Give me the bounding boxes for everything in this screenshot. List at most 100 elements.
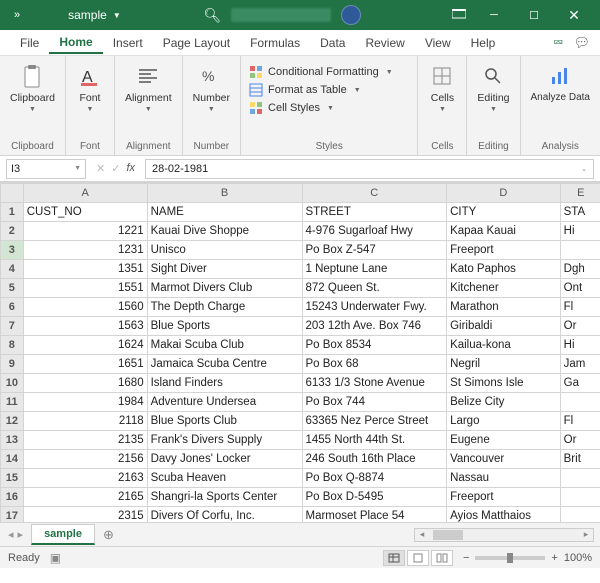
cell[interactable]: Kapaa Kauai <box>447 222 561 241</box>
cell[interactable]: Marmot Divers Club <box>147 279 302 298</box>
share-icon[interactable]: ⮹ <box>553 35 563 51</box>
cell[interactable]: 1680 <box>23 374 147 393</box>
cell[interactable]: Unisco <box>147 241 302 260</box>
row-header[interactable]: 7 <box>1 317 24 336</box>
row-header[interactable]: 4 <box>1 260 24 279</box>
quick-access-chevron-icon[interactable]: » <box>6 9 28 21</box>
view-page-break-button[interactable] <box>431 550 453 566</box>
cell[interactable]: Makai Scuba Club <box>147 336 302 355</box>
cell[interactable]: 1563 <box>23 317 147 336</box>
select-all-corner[interactable] <box>1 184 24 203</box>
cell[interactable]: Fl <box>560 298 600 317</box>
tab-formulas[interactable]: Formulas <box>240 32 310 53</box>
cell[interactable]: 246 South 16th Place <box>302 450 447 469</box>
cell[interactable]: Kailua-kona <box>447 336 561 355</box>
col-header-C[interactable]: C <box>302 184 447 203</box>
name-box[interactable]: I3 ▼ <box>6 159 86 179</box>
cell[interactable]: 2135 <box>23 431 147 450</box>
cell[interactable]: 1560 <box>23 298 147 317</box>
formula-bar[interactable]: 28-02-1981 ⌄ <box>145 159 594 179</box>
zoom-out-button[interactable]: − <box>463 552 469 564</box>
col-header-A[interactable]: A <box>23 184 147 203</box>
cell[interactable]: Jamaica Scuba Centre <box>147 355 302 374</box>
col-header-D[interactable]: D <box>447 184 561 203</box>
cell[interactable]: Adventure Undersea <box>147 393 302 412</box>
cell[interactable]: Blue Sports Club <box>147 412 302 431</box>
tab-review[interactable]: Review <box>355 32 414 53</box>
cell[interactable]: 2165 <box>23 488 147 507</box>
row-header[interactable]: 1 <box>1 203 24 222</box>
format-as-table-button[interactable]: Format as Table ▼ <box>247 82 395 98</box>
analyze-data-button[interactable]: Analyze Data <box>527 60 594 105</box>
cell[interactable]: Divers Of Corfu, Inc. <box>147 507 302 523</box>
row-header[interactable]: 10 <box>1 374 24 393</box>
cell[interactable]: 4-976 Sugarloaf Hwy <box>302 222 447 241</box>
cell[interactable]: The Depth Charge <box>147 298 302 317</box>
row-header[interactable]: 13 <box>1 431 24 450</box>
sheet-tab-active[interactable]: sample <box>31 524 95 545</box>
alignment-button[interactable]: Alignment ▼ <box>121 60 176 115</box>
ribbon-display-options-icon[interactable] <box>444 9 474 21</box>
cell[interactable]: CITY <box>447 203 561 222</box>
cell[interactable]: 2163 <box>23 469 147 488</box>
cell[interactable]: 6133 1/3 Stone Avenue <box>302 374 447 393</box>
row-header[interactable]: 9 <box>1 355 24 374</box>
horizontal-scrollbar[interactable]: ◂ ▸ <box>414 528 594 542</box>
tab-data[interactable]: Data <box>310 32 355 53</box>
tab-insert[interactable]: Insert <box>103 32 153 53</box>
cell[interactable]: Fl <box>560 412 600 431</box>
cell[interactable]: Shangri-la Sports Center <box>147 488 302 507</box>
row-header[interactable]: 14 <box>1 450 24 469</box>
cell[interactable]: Kauai Dive Shoppe <box>147 222 302 241</box>
row-header[interactable]: 5 <box>1 279 24 298</box>
cell[interactable]: Nassau <box>447 469 561 488</box>
cell[interactable]: Kitchener <box>447 279 561 298</box>
cell[interactable]: 1984 <box>23 393 147 412</box>
add-sheet-button[interactable]: ⊕ <box>95 527 122 543</box>
file-title[interactable]: sample ▼ <box>68 8 121 22</box>
row-header[interactable]: 2 <box>1 222 24 241</box>
scroll-thumb[interactable] <box>433 530 463 540</box>
cell[interactable]: Po Box 68 <box>302 355 447 374</box>
cell[interactable]: Island Finders <box>147 374 302 393</box>
cell[interactable]: 1221 <box>23 222 147 241</box>
row-header[interactable]: 11 <box>1 393 24 412</box>
cell[interactable]: Or <box>560 317 600 336</box>
cell[interactable] <box>560 393 600 412</box>
cell[interactable]: Hi <box>560 222 600 241</box>
cell[interactable]: NAME <box>147 203 302 222</box>
cells-button[interactable]: Cells ▼ <box>424 60 460 115</box>
row-header[interactable]: 16 <box>1 488 24 507</box>
maximize-button[interactable]: ☐ <box>514 0 554 30</box>
cell[interactable]: Frank's Divers Supply <box>147 431 302 450</box>
row-header[interactable]: 6 <box>1 298 24 317</box>
expand-formula-icon[interactable]: ⌄ <box>581 165 587 173</box>
cell[interactable]: 2118 <box>23 412 147 431</box>
cell[interactable]: St Simons Isle <box>447 374 561 393</box>
cell[interactable]: CUST_NO <box>23 203 147 222</box>
row-header[interactable]: 8 <box>1 336 24 355</box>
view-page-layout-button[interactable] <box>407 550 429 566</box>
search-icon[interactable]: 🔍︎ <box>203 7 221 24</box>
cell[interactable]: Marathon <box>447 298 561 317</box>
cell[interactable]: Po Box D-5495 <box>302 488 447 507</box>
cell[interactable]: Eugene <box>447 431 561 450</box>
cell[interactable]: Po Box Q-8874 <box>302 469 447 488</box>
minimize-button[interactable]: ─ <box>474 0 514 30</box>
view-normal-button[interactable] <box>383 550 405 566</box>
macro-record-icon[interactable]: ▣ <box>50 551 61 565</box>
conditional-formatting-button[interactable]: Conditional Formatting ▼ <box>247 64 395 80</box>
cell[interactable]: Freeport <box>447 488 561 507</box>
cell[interactable]: Or <box>560 431 600 450</box>
cell[interactable]: Davy Jones' Locker <box>147 450 302 469</box>
cell[interactable]: Blue Sports <box>147 317 302 336</box>
row-header[interactable]: 17 <box>1 507 24 523</box>
cell[interactable] <box>560 488 600 507</box>
cell[interactable]: Scuba Heaven <box>147 469 302 488</box>
cell[interactable]: Hi <box>560 336 600 355</box>
clipboard-button[interactable]: Clipboard ▼ <box>6 60 59 115</box>
row-header[interactable]: 3 <box>1 241 24 260</box>
cell[interactable]: STREET <box>302 203 447 222</box>
tab-page-layout[interactable]: Page Layout <box>153 32 240 53</box>
row-header[interactable]: 15 <box>1 469 24 488</box>
